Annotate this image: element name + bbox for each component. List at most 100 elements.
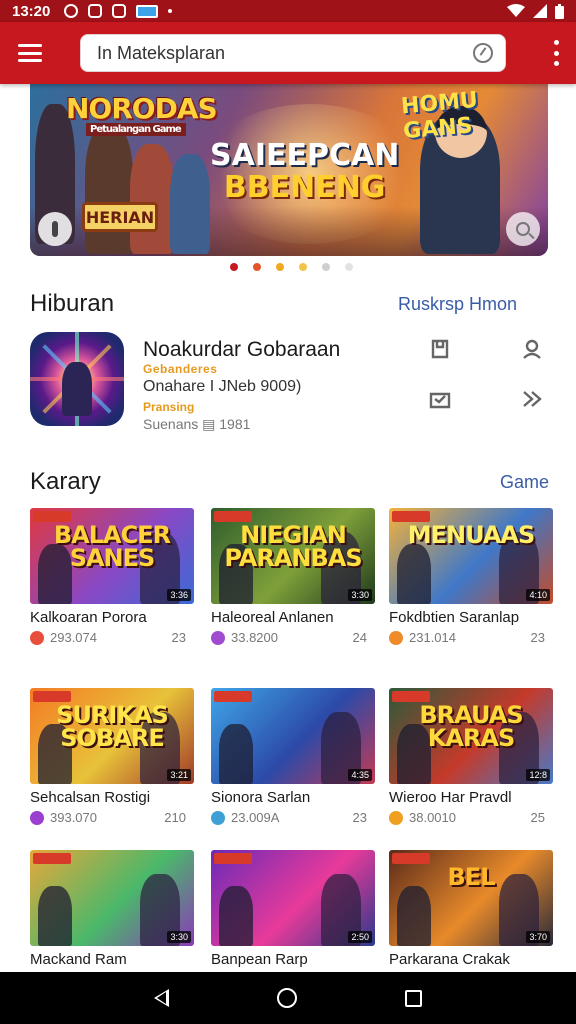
featured-app-icon[interactable] [30, 332, 124, 426]
inbox-icon[interactable] [428, 387, 452, 411]
carousel-indicator [230, 263, 353, 271]
featured-tag: Pransing [143, 400, 195, 414]
status-bar: 13:20 [0, 0, 576, 22]
app-bar [0, 22, 576, 84]
game-thumbnail[interactable]: SURIKAS SOBARE 3:21 [30, 688, 194, 784]
game-logo: MENUAAS [407, 521, 536, 549]
rating-value: 210 [164, 810, 186, 825]
game-card[interactable]: 3:30 Mackand Ram [30, 850, 194, 968]
save-icon[interactable] [428, 337, 452, 361]
game-meta: 393.070 210 [30, 810, 194, 825]
game-thumbnail[interactable]: NIEGIAN PARANBAS 3:30 [211, 508, 375, 604]
signal-icon [533, 4, 547, 18]
channel-icon [389, 810, 403, 825]
game-title[interactable]: Mackand Ram [30, 951, 194, 968]
game-card[interactable]: MENUAAS 4:10 Fokdbtien Saranlap 231.014 23 [389, 508, 553, 645]
game-thumbnail[interactable]: BALACER SANES 3:36 [30, 508, 194, 604]
section-link-hiburan[interactable]: Ruskrsp Hmon [398, 294, 517, 315]
game-card[interactable]: BEL 3:70 Parkarana Crakak [389, 850, 553, 968]
thumbnail-badge [214, 691, 252, 702]
carousel-dot[interactable] [299, 263, 307, 271]
home-icon[interactable] [277, 988, 297, 1008]
duration-badge: 12:8 [526, 769, 550, 781]
game-thumbnail[interactable]: BRAUAS KARAS 12:8 [389, 688, 553, 784]
user-icon[interactable] [520, 337, 544, 361]
view-count: 23.009A [231, 810, 280, 825]
view-count: 38.0010 [409, 810, 456, 825]
game-title[interactable]: Sionora Sarlan [211, 789, 375, 806]
view-count: 33.8200 [231, 630, 278, 645]
notification-icon [64, 4, 79, 18]
duration-badge: 3:36 [167, 589, 191, 601]
view-count: 393.070 [50, 810, 97, 825]
game-logo: SURIKAS SOBARE [56, 701, 169, 752]
info-icon [52, 221, 58, 237]
game-card[interactable]: NIEGIAN PARANBAS 3:30 Haleoreal Anlanen 33.… [211, 508, 375, 645]
section-link-karary[interactable]: Game [500, 472, 549, 493]
carousel-dot[interactable] [253, 263, 261, 271]
game-title[interactable]: Sehcalsan Rostigi [30, 789, 194, 806]
game-thumbnail[interactable]: 2:50 [211, 850, 375, 946]
carousel-dot[interactable] [230, 263, 238, 271]
thumbnail-character [397, 544, 431, 604]
rating-value: 23 [352, 810, 367, 825]
channel-icon [30, 810, 44, 825]
game-title[interactable]: Haleoreal Anlanen [211, 609, 375, 626]
thumbnail-character [219, 724, 253, 784]
game-logo: BRAUAS KARAS [419, 701, 523, 752]
duration-badge: 3:21 [167, 769, 191, 781]
game-thumbnail[interactable]: BEL 3:70 [389, 850, 553, 946]
hamburger-menu-icon[interactable] [16, 41, 44, 65]
game-thumbnail[interactable]: 4:35 [211, 688, 375, 784]
recent-apps-icon[interactable] [405, 989, 422, 1007]
thumbnail-character [38, 886, 72, 946]
rating-value: 24 [352, 630, 367, 645]
message-icon [88, 4, 103, 18]
rating-value: 23 [171, 630, 186, 645]
game-card[interactable]: BALACER SANES 3:36 Kalkoaran Porora 293.074… [30, 508, 194, 645]
featured-title[interactable]: Noakurdar Gobaraan [143, 338, 340, 362]
game-thumbnail[interactable]: 3:30 [30, 850, 194, 946]
duration-badge: 3:30 [167, 931, 191, 943]
channel-icon [211, 810, 225, 825]
game-title[interactable]: Banpean Rarp [211, 951, 375, 968]
game-meta: 23.009A 23 [211, 810, 375, 825]
game-meta: 38.0010 25 [389, 810, 553, 825]
game-card[interactable]: 2:50 Banpean Rarp [211, 850, 375, 968]
view-count: 293.074 [50, 630, 97, 645]
duration-badge: 3:30 [348, 589, 372, 601]
banner-logo-right: HOMU GANS [400, 87, 479, 145]
forward-icon[interactable] [520, 387, 544, 411]
game-card[interactable]: SURIKAS SOBARE 3:21 Sehcalsan Rostigi 393.0… [30, 688, 194, 825]
carousel-dot[interactable] [345, 263, 353, 271]
rating-value: 25 [530, 810, 545, 825]
game-logo: BALACER SANES [53, 521, 171, 572]
thumbnail-badge [33, 853, 71, 864]
game-title[interactable]: Kalkoaran Porora [30, 609, 194, 626]
game-card[interactable]: 4:35 Sionora Sarlan 23.009A 23 [211, 688, 375, 825]
overflow-menu-icon[interactable] [552, 40, 560, 66]
search-icon [516, 222, 530, 236]
search-clear-icon[interactable] [473, 43, 493, 63]
banner-title-line2: BBENENG [223, 169, 386, 205]
thumbnail-character [219, 886, 253, 946]
back-icon[interactable] [154, 989, 169, 1007]
banner-search-button[interactable] [506, 212, 540, 246]
search-input[interactable] [97, 42, 473, 64]
carousel-dot[interactable] [276, 263, 284, 271]
game-card[interactable]: BRAUAS KARAS 12:8 Wieroo Har Pravdl 38.0010… [389, 688, 553, 825]
channel-icon [389, 630, 403, 645]
featured-banner[interactable]: NORODAS Petualangan Game HOMU GANS SAIEE… [30, 84, 548, 256]
game-logo: NIEGIAN PARANBAS [224, 521, 362, 572]
game-title[interactable]: Fokdbtien Saranlap [389, 609, 553, 626]
banner-sign: HERIAN [82, 202, 158, 232]
view-count: 231.014 [409, 630, 456, 645]
game-title[interactable]: Wieroo Har Pravdl [389, 789, 553, 806]
carousel-dot[interactable] [322, 263, 330, 271]
game-thumbnail[interactable]: MENUAAS 4:10 [389, 508, 553, 604]
banner-logo-left: NORODAS Petualangan Game [66, 92, 218, 136]
banner-info-button[interactable] [38, 212, 72, 246]
search-bar[interactable] [80, 34, 506, 72]
game-title[interactable]: Parkarana Crakak [389, 951, 553, 968]
banner-logo-left-subtitle: Petualangan Game [86, 123, 186, 136]
